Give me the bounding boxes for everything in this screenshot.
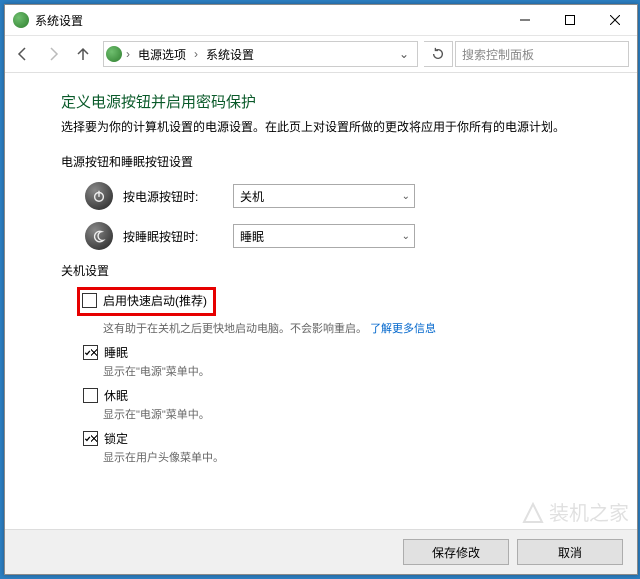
power-button-row: 按电源按钮时: 关机 ⌄ [85, 182, 605, 210]
sleep-button-value: 睡眠 [240, 228, 264, 245]
minimize-button[interactable] [502, 5, 547, 35]
chevron-right-icon[interactable]: › [124, 47, 132, 61]
power-button-value: 关机 [240, 188, 264, 205]
breadcrumb-system-settings[interactable]: 系统设置 [202, 42, 258, 66]
lock-checkbox[interactable] [83, 431, 98, 446]
save-button[interactable]: 保存修改 [403, 539, 509, 565]
watermark: 装机之家 [521, 497, 629, 526]
chevron-down-icon: ⌄ [402, 191, 410, 202]
fast-startup-desc: 这有助于在关机之后更快地启动电脑。不会影响重启。 了解更多信息 [103, 320, 605, 336]
address-icon [106, 46, 122, 62]
window: 系统设置 › 电源选项 › 系统设置 ⌄ [4, 4, 638, 575]
app-icon [13, 12, 29, 28]
chevron-down-icon: ⌄ [402, 231, 410, 242]
hibernate-label: 休眠 [104, 387, 128, 404]
section-buttons-title: 电源按钮和睡眠按钮设置 [61, 153, 605, 170]
navbar: › 电源选项 › 系统设置 ⌄ 搜索控制面板 [5, 36, 637, 73]
learn-more-link[interactable]: 了解更多信息 [370, 323, 436, 335]
power-icon [85, 182, 113, 210]
power-button-select[interactable]: 关机 ⌄ [233, 184, 415, 208]
content: 定义电源按钮并启用密码保护 选择要为你的计算机设置的电源设置。在此页上对设置所做… [5, 73, 637, 465]
fast-startup-label: 启用快速启动(推荐) [103, 292, 207, 309]
sleep-button-select[interactable]: 睡眠 ⌄ [233, 224, 415, 248]
chevron-down-icon[interactable]: ⌄ [393, 47, 415, 61]
sleep-button-label: 按睡眠按钮时: [123, 228, 223, 245]
page-heading: 定义电源按钮并启用密码保护 [61, 91, 605, 112]
sleep-desc: 显示在"电源"菜单中。 [103, 363, 605, 379]
chevron-right-icon[interactable]: › [192, 47, 200, 61]
lock-desc: 显示在用户头像菜单中。 [103, 449, 605, 465]
search-input[interactable]: 搜索控制面板 [455, 41, 629, 67]
address-bar[interactable]: › 电源选项 › 系统设置 ⌄ [103, 41, 418, 67]
footer: 保存修改 取消 [5, 529, 637, 574]
breadcrumb-power-options[interactable]: 电源选项 [134, 42, 190, 66]
fast-startup-checkbox[interactable] [82, 293, 97, 308]
power-button-label: 按电源按钮时: [123, 188, 223, 205]
page-subtitle: 选择要为你的计算机设置的电源设置。在此页上对设置所做的更改将应用于你所有的电源计… [61, 118, 605, 135]
close-button[interactable] [592, 5, 637, 35]
section-shutdown-title: 关机设置 [61, 262, 605, 279]
search-placeholder: 搜索控制面板 [462, 46, 534, 63]
refresh-button[interactable] [424, 41, 453, 67]
sleep-icon [85, 222, 113, 250]
lock-label: 锁定 [104, 430, 128, 447]
highlight-annotation: 启用快速启动(推荐) [77, 287, 216, 316]
titlebar: 系统设置 [5, 5, 637, 36]
back-button[interactable] [9, 40, 37, 68]
forward-button[interactable] [39, 40, 67, 68]
cancel-button[interactable]: 取消 [517, 539, 623, 565]
up-button[interactable] [69, 40, 97, 68]
hibernate-checkbox[interactable] [83, 388, 98, 403]
window-title: 系统设置 [35, 12, 83, 29]
sleep-button-row: 按睡眠按钮时: 睡眠 ⌄ [85, 222, 605, 250]
maximize-button[interactable] [547, 5, 592, 35]
hibernate-desc: 显示在"电源"菜单中。 [103, 406, 605, 422]
sleep-label: 睡眠 [104, 344, 128, 361]
sleep-checkbox[interactable] [83, 345, 98, 360]
